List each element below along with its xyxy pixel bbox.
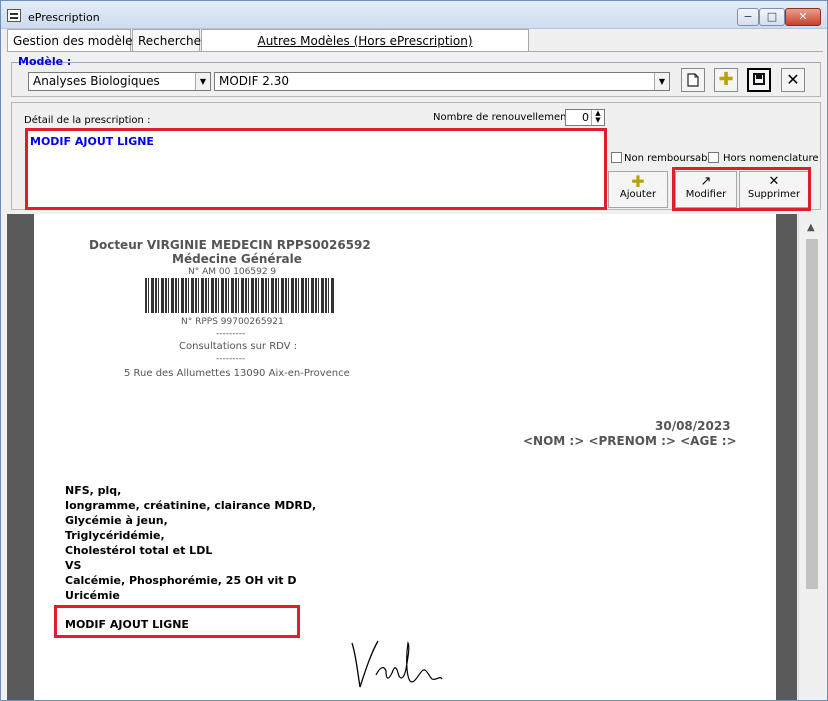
tab-autres-modeles[interactable]: Autres Modèles (Hors ePrescription) — [201, 29, 529, 51]
scrollbar-thumb[interactable] — [806, 239, 818, 589]
save-model-button[interactable] — [747, 68, 771, 92]
tab-recherche[interactable]: Recherche — [132, 29, 201, 51]
preview-scrollbar[interactable]: ▲ — [798, 214, 823, 700]
rpps-number: N° RPPS 99700265921 — [181, 317, 284, 327]
renewal-label: Nombre de renouvellement : — [433, 112, 577, 123]
doctor-name: Docteur VIRGINIE MEDECIN RPPS0026592 — [89, 238, 371, 252]
prescription-line: Triglycéridémie, — [65, 529, 165, 542]
prescription-line: Uricémie — [65, 589, 120, 602]
doctor-signature — [351, 640, 443, 688]
new-prescription-line: MODIF AJOUT LIGNE — [65, 618, 189, 631]
non-remboursable-checkbox[interactable] — [611, 152, 622, 163]
delete-model-button[interactable]: ✕ — [781, 68, 805, 92]
actions-highlight-box — [672, 167, 811, 211]
add-line-label: Ajouter — [619, 189, 657, 200]
chevron-down-icon[interactable]: ▼ — [654, 73, 669, 90]
delete-icon: ✕ — [786, 70, 800, 89]
tab-gestion-modeles[interactable]: Gestion des modèles — [7, 29, 139, 52]
consultations-text: Consultations sur RDV : — [179, 341, 298, 352]
analysis-type-select[interactable]: Analyses Biologiques ▼ — [28, 72, 211, 91]
add-icon: ✚ — [718, 69, 734, 90]
add-line-button[interactable]: ✚ Ajouter — [608, 171, 668, 208]
new-document-icon — [687, 73, 699, 87]
detail-textarea[interactable]: MODIF AJOUT LIGNE — [25, 128, 607, 210]
non-remboursable-label: Non remboursable — [624, 153, 717, 164]
prescription-line: Glycémie à jeun, — [65, 514, 168, 527]
header-separator: --------- — [216, 354, 246, 364]
detail-text: MODIF AJOUT LIGNE — [30, 135, 154, 148]
new-model-button[interactable] — [681, 68, 705, 92]
renewal-spinner[interactable]: 0 ▲ ▼ — [565, 109, 605, 126]
prescription-line: VS — [65, 559, 82, 572]
renewal-value: 0 — [582, 111, 589, 124]
model-select-value: MODIF 2.30 — [219, 74, 290, 88]
analysis-type-value: Analyses Biologiques — [33, 74, 160, 88]
prescription-line: NFS, plq, — [65, 484, 122, 497]
detail-label: Détail de la prescription : — [24, 115, 151, 126]
doctor-address: 5 Rue des Allumettes 13090 Aix-en-Proven… — [124, 368, 350, 379]
save-icon — [753, 73, 765, 85]
add-model-button[interactable]: ✚ — [714, 68, 738, 92]
prescription-lines: NFS, plq, Iongramme, créatinine, clairan… — [65, 483, 316, 603]
prescription-date: 30/08/2023 — [655, 419, 731, 433]
window-title: ePrescription — [28, 11, 100, 24]
header-separator: --------- — [216, 329, 246, 339]
eprescription-window: ePrescription − □ ✕ Gestion des modèles … — [0, 0, 828, 701]
doctor-specialty: Médecine Générale — [172, 252, 302, 266]
model-select[interactable]: MODIF 2.30 ▼ — [214, 72, 670, 91]
hors-nomenclature-checkbox[interactable] — [708, 152, 719, 163]
prescription-line: Iongramme, créatinine, clairance MDRD, — [65, 499, 317, 512]
chevron-down-icon[interactable]: ▼ — [195, 73, 210, 90]
prescription-line: Cholestérol total et LDL — [65, 544, 213, 557]
tab-panel-border — [7, 51, 823, 52]
app-icon — [7, 9, 21, 22]
add-icon: ✚ — [631, 172, 645, 191]
maximize-button[interactable]: □ — [759, 8, 785, 26]
scroll-up-icon[interactable]: ▲ — [807, 222, 815, 233]
patient-placeholder: <NOM :> <PRENOM :> <AGE :> — [523, 434, 737, 448]
title-bar: ePrescription − □ ✕ — [1, 1, 827, 29]
am-number: N° AM 00 106592 9 — [188, 267, 277, 277]
spinner-arrows-icon[interactable]: ▲ ▼ — [591, 110, 604, 125]
rpps-barcode — [145, 278, 334, 313]
close-button[interactable]: ✕ — [785, 8, 821, 26]
minimize-button[interactable]: − — [737, 8, 759, 26]
prescription-line: Calcémie, Phosphorémie, 25 OH vit D — [65, 574, 297, 587]
model-group-label: Modèle : — [18, 55, 72, 68]
hors-nomenclature-label: Hors nomenclature — [723, 153, 819, 164]
